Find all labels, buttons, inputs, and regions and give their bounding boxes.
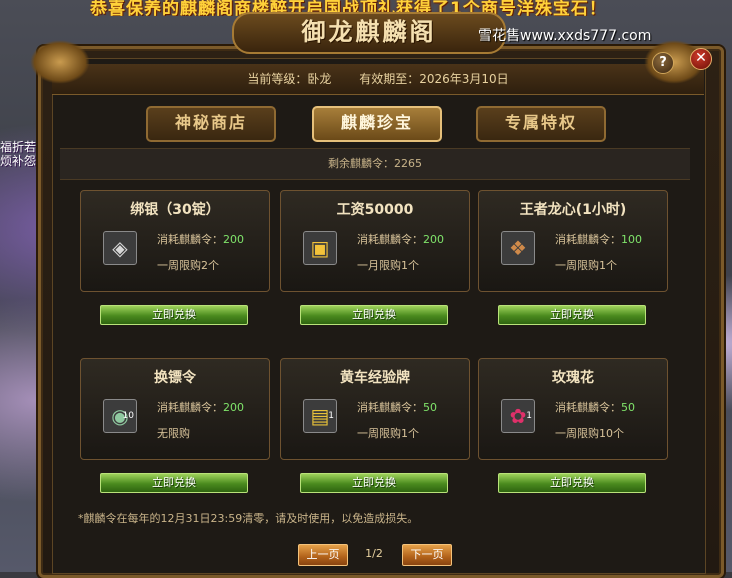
item-cost: 消耗麒麟令：200: [157, 233, 244, 246]
rose-icon[interactable]: ✿ 1: [501, 399, 535, 433]
close-button[interactable]: ✕: [690, 48, 712, 70]
cart-plaque-icon[interactable]: ▤ 1: [303, 399, 337, 433]
item-name: 王者龙心(1小时): [519, 202, 627, 218]
tab-bar: 神秘商店 麒麟珍宝 专属特权: [52, 100, 704, 142]
item-grid: 绑银（30锭） ◈ 消耗麒麟令：200 一周限购2个 立即兑换 工资50000 …: [80, 190, 680, 510]
current-level-text: 当前等级：卧龙: [247, 72, 332, 86]
item-cost: 消耗麒麟令：200: [157, 401, 244, 414]
item-card-frame: 王者龙心(1小时) ❖ 消耗麒麟令：100 一周限购1个: [478, 190, 668, 292]
item-cost: 消耗麒麟令：200: [357, 233, 444, 246]
tab-exclusive-privilege[interactable]: 专属特权: [476, 106, 606, 142]
exchange-button[interactable]: 立即兑换: [100, 473, 248, 493]
exchange-button[interactable]: 立即兑换: [498, 473, 646, 493]
item-purchase-limit: 一周限购2个: [157, 259, 219, 272]
dragon-heart-icon[interactable]: ❖: [501, 231, 535, 265]
item-purchase-limit: 一月限购1个: [357, 259, 419, 272]
jade-token-icon[interactable]: ◉ 10: [103, 399, 137, 433]
item-cost: 消耗麒麟令：50: [357, 401, 437, 414]
exchange-button[interactable]: 立即兑换: [498, 305, 646, 325]
page-indicator: 1/2: [365, 547, 383, 560]
item-purchase-limit: 一周限购1个: [357, 427, 419, 440]
silver-ingot-icon[interactable]: ◈: [103, 231, 137, 265]
item-name: 玫瑰花: [552, 370, 594, 386]
item-cost: 消耗麒麟令：100: [555, 233, 642, 246]
item-name: 绑银（30锭）: [130, 202, 220, 218]
item-purchase-limit: 一周限购10个: [555, 427, 624, 440]
gold-chest-icon[interactable]: ▣: [303, 231, 337, 265]
corner-dragon-ornament-icon: [30, 40, 90, 84]
help-button[interactable]: ?: [652, 52, 674, 74]
item-name: 黄车经验牌: [340, 370, 410, 386]
item-card-frame: 黄车经验牌 ▤ 1 消耗麒麟令：50 一周限购1个: [280, 358, 470, 460]
exchange-button[interactable]: 立即兑换: [300, 305, 448, 325]
expiry-date-text: 有效期至：2026年3月10日: [359, 72, 509, 86]
reset-notice: *麒麟令在每年的12月31日23:59清零，请及时使用，以免造成损失。: [78, 512, 419, 525]
item-cost: 消耗麒麟令：50: [555, 401, 635, 414]
next-page-button[interactable]: 下一页: [402, 544, 452, 566]
item-name: 工资50000: [336, 202, 414, 218]
previous-page-button[interactable]: 上一页: [298, 544, 348, 566]
window-title: 御龙麒麟阁: [232, 12, 506, 54]
item-card-frame: 绑银（30锭） ◈ 消耗麒麟令：200 一周限购2个: [80, 190, 270, 292]
item-purchase-limit: 无限购: [157, 427, 190, 440]
background-chat-text: 福折若烦补怨: [0, 140, 37, 168]
status-header: 当前等级：卧龙 有效期至：2026年3月10日: [52, 64, 704, 95]
tab-qilin-treasure[interactable]: 麒麟珍宝: [312, 106, 442, 142]
exchange-button[interactable]: 立即兑换: [100, 305, 248, 325]
remaining-tokens-bar: 剩余麒麟令：2265: [60, 148, 690, 180]
item-card-frame: 工资50000 ▣ 消耗麒麟令：200 一月限购1个: [280, 190, 470, 292]
tab-mystery-shop[interactable]: 神秘商店: [146, 106, 276, 142]
watermark-text: 雪花售www.xxds777.com: [478, 28, 652, 44]
item-card-frame: 玫瑰花 ✿ 1 消耗麒麟令：50 一周限购10个: [478, 358, 668, 460]
item-name: 换镖令: [154, 370, 196, 386]
item-card-frame: 换镖令 ◉ 10 消耗麒麟令：200 无限购: [80, 358, 270, 460]
item-purchase-limit: 一周限购1个: [555, 259, 617, 272]
exchange-button[interactable]: 立即兑换: [300, 473, 448, 493]
